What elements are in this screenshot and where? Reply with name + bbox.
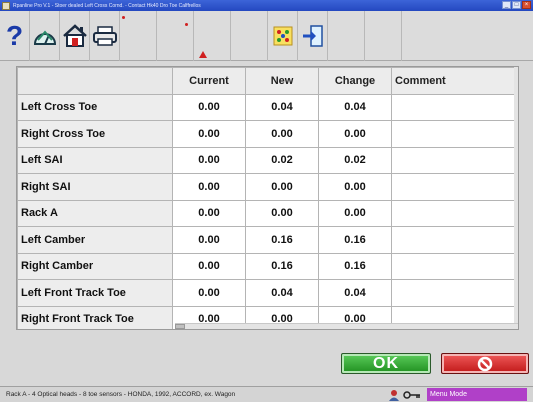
row-label: Right Front Track Toe bbox=[17, 305, 173, 329]
header-current: Current bbox=[172, 67, 246, 95]
key-icon bbox=[403, 390, 420, 399]
comment-cell[interactable] bbox=[391, 93, 518, 121]
header-new: New bbox=[245, 67, 319, 95]
change-value: 0.00 bbox=[318, 199, 392, 227]
next-step-button[interactable] bbox=[298, 11, 328, 61]
minimize-button[interactable]: _ bbox=[502, 1, 511, 9]
table-row[interactable]: Right SAI 0.00 0.00 0.00 bbox=[17, 173, 518, 201]
app-icon bbox=[2, 1, 10, 10]
toolbar-slot-4[interactable] bbox=[231, 11, 268, 61]
new-value: 0.00 bbox=[245, 199, 319, 227]
maximize-button[interactable]: □ bbox=[512, 1, 521, 9]
vertical-scrollbar[interactable] bbox=[514, 67, 518, 329]
table-row[interactable]: Left SAI 0.00 0.02 0.02 bbox=[17, 146, 518, 174]
table-row[interactable]: Left Camber 0.00 0.16 0.16 bbox=[17, 226, 518, 254]
header-change: Change bbox=[318, 67, 392, 95]
toolbar-slot-6[interactable] bbox=[365, 11, 402, 61]
ok-button[interactable]: OK bbox=[341, 353, 431, 374]
table-row[interactable]: Left Cross Toe 0.00 0.04 0.04 bbox=[17, 93, 518, 121]
row-label: Left SAI bbox=[17, 146, 173, 174]
row-label: Left Camber bbox=[17, 226, 173, 254]
toolbar-slot-1[interactable] bbox=[120, 11, 157, 61]
help-icon: ? bbox=[5, 20, 24, 51]
gauge-icon bbox=[33, 30, 56, 45]
status-text: Rack A - 4 Optical heads - 8 toe sensors… bbox=[6, 391, 236, 398]
comment-cell[interactable] bbox=[391, 146, 518, 174]
row-label: Left Cross Toe bbox=[17, 93, 173, 121]
status-bar: Rack A - 4 Optical heads - 8 toe sensors… bbox=[0, 386, 533, 402]
comment-cell[interactable] bbox=[391, 226, 518, 254]
change-value: 0.04 bbox=[318, 279, 392, 307]
comment-cell[interactable] bbox=[391, 173, 518, 201]
current-value: 0.00 bbox=[172, 226, 246, 254]
comment-cell[interactable] bbox=[391, 199, 518, 227]
adjust-dots-icon bbox=[273, 26, 292, 46]
print-button[interactable] bbox=[90, 11, 120, 61]
current-value: 0.00 bbox=[172, 120, 246, 148]
table-header-row: Current New Change Comment bbox=[17, 67, 518, 95]
adjust-button[interactable] bbox=[268, 11, 298, 61]
window-controls: _ □ × bbox=[502, 1, 531, 9]
row-label: Right Cross Toe bbox=[17, 120, 173, 148]
close-window-button[interactable]: × bbox=[522, 1, 531, 9]
printer-icon bbox=[92, 26, 117, 46]
new-value: 0.16 bbox=[245, 252, 319, 280]
cancel-icon bbox=[477, 356, 493, 371]
table-row[interactable]: Left Front Track Toe 0.00 0.04 0.04 bbox=[17, 279, 518, 307]
change-value: 0.00 bbox=[318, 173, 392, 201]
specifications-button[interactable] bbox=[30, 11, 60, 61]
horizontal-scrollbar[interactable] bbox=[175, 323, 518, 329]
change-value: 0.16 bbox=[318, 252, 392, 280]
comment-cell[interactable] bbox=[391, 279, 518, 307]
measurement-table-panel: Current New Change Comment Left Cross To… bbox=[16, 66, 519, 330]
table-row[interactable]: Rack A 0.00 0.00 0.00 bbox=[17, 199, 518, 227]
change-value: 0.16 bbox=[318, 226, 392, 254]
toolbar: ? bbox=[0, 11, 533, 61]
current-value: 0.00 bbox=[172, 199, 246, 227]
help-button[interactable]: ? bbox=[0, 11, 30, 61]
current-value: 0.00 bbox=[172, 146, 246, 174]
vehicle-lift-icon bbox=[199, 51, 207, 58]
table-row[interactable]: Right Camber 0.00 0.16 0.16 bbox=[17, 252, 518, 280]
row-label: Right SAI bbox=[17, 173, 173, 201]
measurement-table: Current New Change Comment Left Cross To… bbox=[17, 67, 518, 329]
new-value: 0.04 bbox=[245, 279, 319, 307]
new-value: 0.00 bbox=[245, 120, 319, 148]
toolbar-slot-2[interactable] bbox=[157, 11, 194, 61]
home-button[interactable] bbox=[60, 11, 90, 61]
header-corner bbox=[17, 67, 173, 95]
change-value: 0.04 bbox=[318, 93, 392, 121]
row-label: Rack A bbox=[17, 199, 173, 227]
ok-label: OK bbox=[373, 354, 399, 372]
enter-arrow-icon bbox=[302, 25, 323, 47]
new-value: 0.04 bbox=[245, 93, 319, 121]
toolbar-slot-3[interactable] bbox=[194, 11, 231, 61]
menu-mode-indicator: Menu Mode bbox=[427, 388, 527, 401]
current-value: 0.00 bbox=[172, 173, 246, 201]
cancel-button[interactable] bbox=[441, 353, 529, 374]
scrollbar-thumb[interactable] bbox=[175, 324, 185, 329]
change-value: 0.00 bbox=[318, 120, 392, 148]
row-label: Right Camber bbox=[17, 252, 173, 280]
new-value: 0.02 bbox=[245, 146, 319, 174]
toolbar-slot-5[interactable] bbox=[328, 11, 365, 61]
header-comment: Comment bbox=[391, 67, 518, 95]
window-title: Rpanline Pro V.1 - Stoer dealed Left Cro… bbox=[13, 2, 201, 9]
current-value: 0.00 bbox=[172, 252, 246, 280]
current-value: 0.00 bbox=[172, 279, 246, 307]
operator-icon bbox=[389, 389, 399, 401]
indicator-dot bbox=[122, 16, 125, 19]
comment-cell[interactable] bbox=[391, 120, 518, 148]
row-label: Left Front Track Toe bbox=[17, 279, 173, 307]
current-value: 0.00 bbox=[172, 93, 246, 121]
comment-cell[interactable] bbox=[391, 252, 518, 280]
indicator-dot bbox=[185, 23, 188, 26]
title-bar: Rpanline Pro V.1 - Stoer dealed Left Cro… bbox=[0, 0, 533, 11]
new-value: 0.00 bbox=[245, 173, 319, 201]
table-row[interactable]: Right Cross Toe 0.00 0.00 0.00 bbox=[17, 120, 518, 148]
change-value: 0.02 bbox=[318, 146, 392, 174]
new-value: 0.16 bbox=[245, 226, 319, 254]
home-icon bbox=[62, 24, 87, 47]
